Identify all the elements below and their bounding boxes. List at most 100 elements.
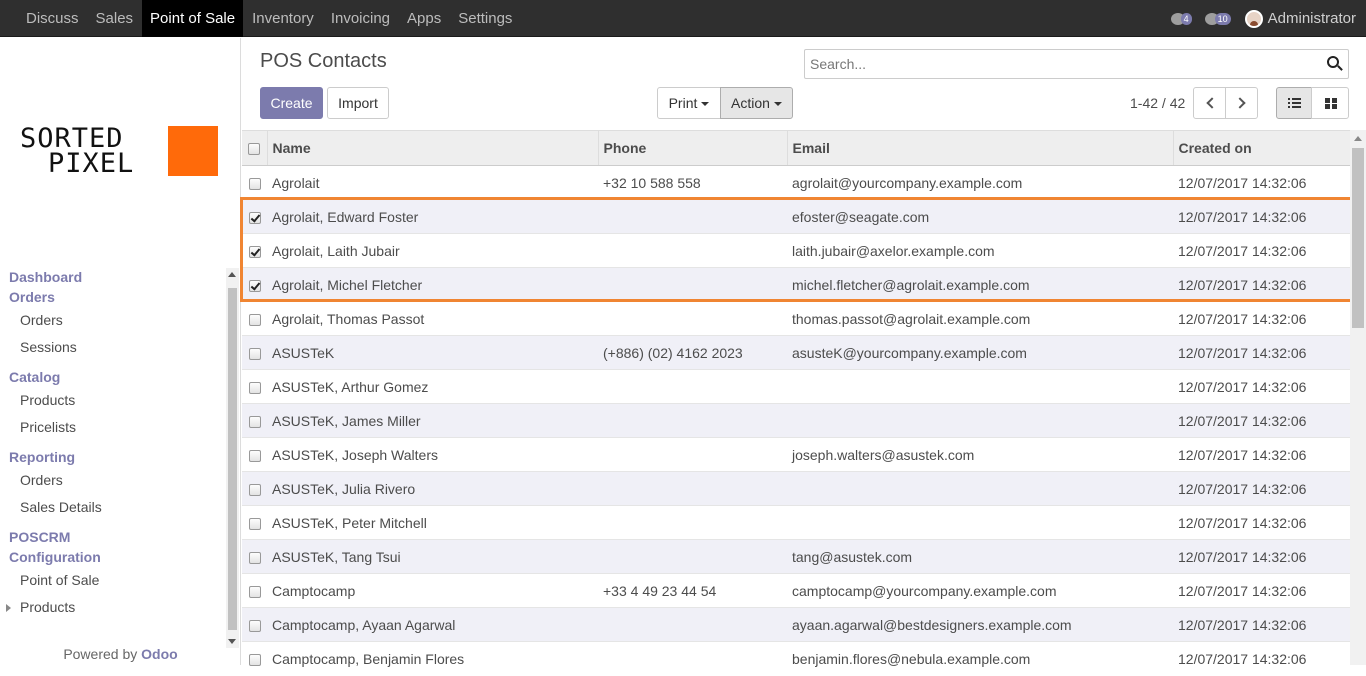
table-row[interactable]: ASUSTeK, Tang Tsui tang@asustek.com 12/07/… bbox=[242, 539, 1350, 574]
sidebar-item-products[interactable]: Products bbox=[0, 387, 228, 414]
activity-icon[interactable]: 4 bbox=[1170, 10, 1197, 28]
app-menu-item-sales[interactable]: Sales bbox=[88, 0, 142, 37]
row-checkbox-cell[interactable] bbox=[242, 267, 267, 302]
column-header-email[interactable]: Email bbox=[786, 130, 1173, 166]
select-all-checkbox[interactable] bbox=[248, 143, 261, 156]
table-row[interactable]: Camptocamp, Benjamin Flores benjamin.flor… bbox=[242, 641, 1350, 676]
row-checkbox[interactable] bbox=[248, 347, 261, 360]
table-row[interactable]: Agrolait, Thomas Passot thomas.passot@agr… bbox=[242, 301, 1350, 336]
list-view-button[interactable] bbox=[1276, 87, 1312, 119]
app-menu-item-discuss[interactable]: Discuss bbox=[18, 0, 87, 37]
row-checkbox-cell[interactable] bbox=[242, 233, 267, 268]
powered-by-brand[interactable]: Odoo bbox=[141, 646, 178, 662]
pager-value[interactable]: 1-42 / 42 bbox=[1130, 95, 1185, 111]
row-checkbox[interactable] bbox=[248, 517, 261, 530]
row-checkbox-cell[interactable] bbox=[242, 573, 267, 608]
sidebar-item-pricelists[interactable]: Pricelists bbox=[0, 414, 228, 441]
row-checkbox[interactable] bbox=[248, 654, 261, 667]
create-button[interactable]: Create bbox=[260, 87, 323, 119]
search-icon[interactable] bbox=[1327, 56, 1343, 72]
sidebar-item-orders[interactable]: Orders bbox=[0, 467, 228, 494]
row-checkbox[interactable] bbox=[248, 381, 261, 394]
column-header-name[interactable]: Name bbox=[266, 130, 598, 166]
sidebar-item-sales-details[interactable]: Sales Details bbox=[0, 494, 228, 521]
cell-name: Camptocamp, Ayaan Agarwal bbox=[267, 607, 598, 642]
scroll-down-icon[interactable] bbox=[228, 639, 236, 644]
row-checkbox-cell[interactable] bbox=[242, 539, 267, 574]
table-row[interactable]: ASUSTeK, Joseph Walters joseph.walters@as… bbox=[242, 437, 1350, 472]
print-dropdown[interactable]: Print bbox=[657, 87, 721, 119]
cell-created-on: 12/07/2017 14:32:06 bbox=[1173, 199, 1350, 234]
sidebar-item-point-of-sale[interactable]: Point of Sale bbox=[0, 567, 228, 594]
row-checkbox-cell[interactable] bbox=[242, 505, 267, 540]
column-header-phone[interactable]: Phone bbox=[597, 130, 787, 166]
sidebar-section-catalog[interactable]: Catalog bbox=[0, 367, 228, 387]
app-menu-item-inventory[interactable]: Inventory bbox=[244, 0, 322, 37]
sidebar-section-reporting[interactable]: Reporting bbox=[0, 447, 228, 467]
sidebar-section-configuration[interactable]: Configuration bbox=[0, 547, 228, 567]
column-header-created-on[interactable]: Created on bbox=[1172, 130, 1350, 166]
sidebar-section-dashboard[interactable]: Dashboard bbox=[0, 267, 228, 287]
pager-previous-button[interactable] bbox=[1193, 87, 1226, 119]
action-dropdown[interactable]: Action bbox=[720, 87, 793, 119]
import-button[interactable]: Import bbox=[327, 87, 389, 119]
row-checkbox[interactable] bbox=[248, 551, 261, 564]
messages-icon[interactable]: 10 bbox=[1204, 10, 1231, 28]
table-row[interactable]: Agrolait, Laith Jubair laith.jubair@axelo… bbox=[242, 233, 1350, 268]
row-checkbox[interactable] bbox=[248, 585, 261, 598]
scroll-up-icon[interactable] bbox=[1354, 136, 1362, 141]
cell-created-on: 12/07/2017 14:32:06 bbox=[1173, 573, 1350, 608]
kanban-view-button[interactable] bbox=[1311, 87, 1349, 119]
row-checkbox-cell[interactable] bbox=[242, 165, 267, 200]
table-row[interactable]: ASUSTeK, Arthur Gomez 12/07/2017 14:32:06 bbox=[242, 369, 1350, 404]
app-menu-item-point-of-sale[interactable]: Point of Sale bbox=[142, 0, 244, 37]
row-checkbox[interactable] bbox=[248, 483, 261, 496]
table-row[interactable]: ASUSTeK, James Miller 12/07/2017 14:32:06 bbox=[242, 403, 1350, 438]
sidebar-section-orders[interactable]: Orders bbox=[0, 287, 228, 307]
pager-next-button[interactable] bbox=[1225, 87, 1258, 119]
sidebar-item-sessions[interactable]: Sessions bbox=[0, 334, 228, 361]
row-checkbox-cell[interactable] bbox=[242, 199, 267, 234]
table-row[interactable]: ASUSTeK, Peter Mitchell 12/07/2017 14:32:… bbox=[242, 505, 1350, 540]
main-scrollbar[interactable] bbox=[1350, 130, 1366, 665]
search-input[interactable] bbox=[810, 50, 1310, 78]
row-checkbox[interactable] bbox=[248, 449, 261, 462]
app-menu-item-settings[interactable]: Settings bbox=[450, 0, 520, 37]
cell-phone bbox=[598, 641, 787, 676]
row-checkbox[interactable] bbox=[248, 619, 261, 632]
caret-right-icon[interactable] bbox=[6, 604, 11, 612]
table-row[interactable]: Camptocamp +33 4 49 23 44 54 camptocamp@yo… bbox=[242, 573, 1350, 608]
row-checkbox-cell[interactable] bbox=[242, 301, 267, 336]
avatar[interactable] bbox=[1244, 9, 1263, 28]
row-checkbox[interactable] bbox=[248, 211, 261, 224]
app-menu-item-apps[interactable]: Apps bbox=[399, 0, 449, 37]
scroll-up-icon[interactable] bbox=[228, 272, 236, 277]
sidebar-item-orders[interactable]: Orders bbox=[0, 307, 228, 334]
row-checkbox[interactable] bbox=[248, 177, 261, 190]
table-row[interactable]: Agrolait, Michel Fletcher michel.fletcher… bbox=[242, 267, 1350, 302]
sidebar-section-poscrm[interactable]: POSCRM bbox=[0, 527, 228, 547]
sidebar-scrollbar[interactable] bbox=[226, 268, 239, 648]
row-checkbox-cell[interactable] bbox=[242, 437, 267, 472]
row-checkbox[interactable] bbox=[248, 245, 261, 258]
table-row[interactable]: ASUSTeK, Julia Rivero 12/07/2017 14:32:06 bbox=[242, 471, 1350, 506]
row-checkbox-cell[interactable] bbox=[242, 607, 267, 642]
row-checkbox[interactable] bbox=[248, 279, 261, 292]
table-row[interactable]: Camptocamp, Ayaan Agarwal ayaan.agarwal@b… bbox=[242, 607, 1350, 642]
row-checkbox[interactable] bbox=[248, 415, 261, 428]
row-checkbox-cell[interactable] bbox=[242, 641, 267, 676]
logo-square bbox=[168, 126, 218, 176]
row-checkbox-cell[interactable] bbox=[242, 369, 267, 404]
sidebar-item-products[interactable]: Products bbox=[0, 594, 228, 621]
search-box[interactable] bbox=[804, 49, 1349, 79]
row-checkbox[interactable] bbox=[248, 313, 261, 326]
user-menu[interactable]: Administrator bbox=[1268, 10, 1356, 27]
select-all-checkbox-cell[interactable] bbox=[242, 130, 267, 166]
row-checkbox-cell[interactable] bbox=[242, 335, 267, 370]
app-menu-item-invoicing[interactable]: Invoicing bbox=[323, 0, 398, 37]
row-checkbox-cell[interactable] bbox=[242, 403, 267, 438]
table-row[interactable]: Agrolait, Edward Foster efoster@seagate.c… bbox=[242, 199, 1350, 234]
row-checkbox-cell[interactable] bbox=[242, 471, 267, 506]
table-row[interactable]: ASUSTeK (+886) (02) 4162 2023 asusteK@your… bbox=[242, 335, 1350, 370]
table-row[interactable]: Agrolait +32 10 588 558 agrolait@yourcompa… bbox=[242, 165, 1350, 200]
